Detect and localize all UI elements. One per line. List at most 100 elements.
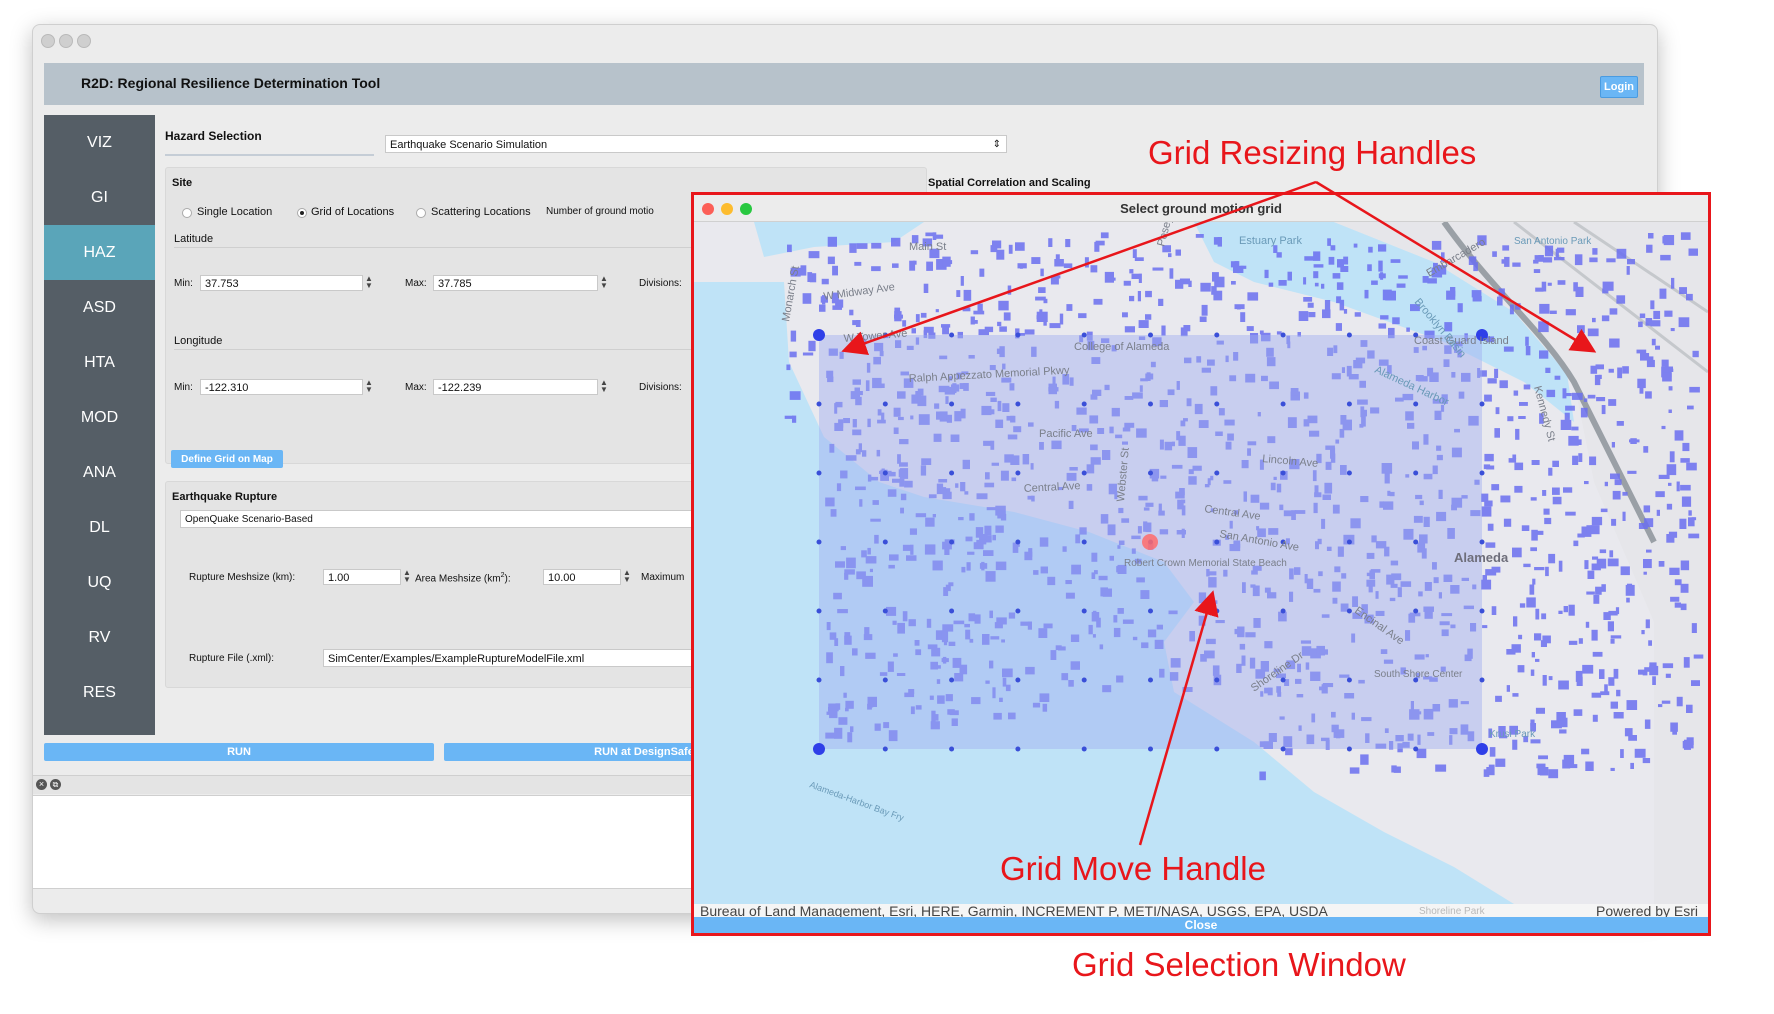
lat-divisions-label: Divisions: (639, 278, 682, 289)
building (1609, 550, 1614, 558)
map-label-south-shore: South Shore Center (1374, 669, 1463, 680)
grid-move-handle[interactable] (1142, 534, 1158, 550)
building (1648, 233, 1654, 239)
building (1481, 493, 1489, 502)
radio-single-location[interactable] (182, 208, 192, 218)
building (1093, 298, 1103, 305)
grid-point (1015, 746, 1021, 752)
building (1078, 313, 1087, 319)
lat-min-input[interactable]: 37.753 (200, 275, 363, 291)
sidebar-item-ana[interactable]: ANA (44, 445, 155, 500)
radio-scattering-locations[interactable] (416, 208, 426, 218)
lon-max-stepper[interactable]: ▲ ▼ (599, 379, 609, 395)
grid-window-title: Select ground motion grid (1120, 201, 1282, 216)
building (1481, 579, 1492, 590)
building (1680, 458, 1690, 463)
run-button[interactable]: RUN (44, 743, 434, 761)
building (1471, 290, 1482, 298)
grid-close-button[interactable]: Close (694, 917, 1708, 933)
building (1134, 257, 1144, 261)
area-meshsize-stepper[interactable]: ▲ ▼ (622, 569, 632, 585)
building (1035, 296, 1046, 301)
building (1498, 288, 1505, 297)
radio-grid-of-locations[interactable] (297, 208, 307, 218)
building (963, 289, 972, 301)
sidebar-item-haz[interactable]: HAZ (44, 225, 155, 280)
building (1661, 359, 1669, 367)
rupture-file-input[interactable]: SimCenter/Examples/ExampleRuptureModelFi… (323, 649, 723, 667)
lat-max-input[interactable]: 37.785 (433, 275, 598, 291)
sidebar-item-res[interactable]: RES (44, 665, 155, 720)
building (1545, 566, 1549, 577)
window-zoom-button[interactable] (77, 34, 91, 48)
rupture-model-select[interactable]: OpenQuake Scenario-Based (180, 510, 720, 528)
building (1662, 372, 1672, 382)
building (1674, 579, 1682, 586)
building (1642, 671, 1648, 676)
building (1601, 584, 1606, 592)
building (1287, 271, 1292, 281)
spatial-correlation-label: Spatial Correlation and Scaling (928, 177, 1091, 189)
building (1660, 254, 1671, 261)
building (1513, 390, 1519, 396)
building (1626, 700, 1638, 710)
grid-point (949, 401, 955, 407)
sidebar-item-asd[interactable]: ASD (44, 280, 155, 335)
rupture-meshsize-stepper[interactable]: ▲ ▼ (402, 569, 412, 585)
building (1679, 287, 1687, 294)
building (1568, 435, 1579, 446)
map-canvas[interactable]: Main St W Midway Ave W Tower Ave Monarch… (694, 222, 1708, 904)
building (1212, 272, 1219, 282)
building (1634, 748, 1646, 758)
building (1664, 310, 1673, 317)
building (1645, 391, 1652, 399)
building (1595, 364, 1604, 370)
sidebar-item-gi[interactable]: GI (44, 170, 155, 225)
lat-min-stepper[interactable]: ▲ ▼ (364, 275, 374, 291)
sidebar-item-uq[interactable]: UQ (44, 555, 155, 610)
building (807, 272, 813, 282)
lon-max-input[interactable]: -122.239 (433, 379, 598, 395)
sidebar-item-dl[interactable]: DL (44, 500, 155, 555)
building (1668, 482, 1672, 486)
building (1593, 594, 1600, 604)
lat-max-stepper[interactable]: ▲ ▼ (599, 275, 609, 291)
building (1529, 584, 1535, 595)
building (1534, 633, 1542, 641)
lon-min-input[interactable]: -122.310 (200, 379, 363, 395)
define-grid-on-map-button[interactable]: Define Grid on Map (171, 450, 283, 468)
lon-min-stepper[interactable]: ▲ ▼ (364, 379, 374, 395)
window-minimize-button[interactable] (59, 34, 73, 48)
building (1054, 275, 1061, 279)
login-button[interactable]: Login (1600, 76, 1638, 98)
building (1688, 533, 1700, 539)
building (892, 263, 899, 268)
grid-point (1280, 470, 1286, 476)
grid-point (1214, 332, 1220, 338)
rupture-meshsize-label: Rupture Meshsize (km): (189, 572, 296, 583)
building (1236, 305, 1241, 310)
grid-resize-handle-nw[interactable] (813, 329, 825, 341)
map-view[interactable]: Main St W Midway Ave W Tower Ave Monarch… (694, 222, 1708, 904)
building (1049, 323, 1061, 329)
rupture-meshsize-input[interactable]: 1.00 (323, 569, 401, 585)
sidebar-item-mod[interactable]: MOD (44, 390, 155, 445)
building (808, 340, 816, 352)
close-icon[interactable]: × (36, 779, 47, 790)
sidebar-item-viz[interactable]: VIZ (44, 115, 155, 170)
building (974, 320, 978, 324)
sidebar-item-hta[interactable]: HTA (44, 335, 155, 390)
area-meshsize-input[interactable]: 10.00 (543, 569, 621, 585)
window-close-button[interactable] (41, 34, 55, 48)
building (998, 300, 1009, 311)
building (1494, 368, 1499, 378)
grid-resize-handle-se[interactable] (1476, 743, 1488, 755)
sidebar-item-rv[interactable]: RV (44, 610, 155, 665)
building (1573, 540, 1579, 547)
building (1303, 297, 1313, 302)
grid-resize-handle-sw[interactable] (813, 743, 825, 755)
building (915, 314, 920, 323)
hazard-type-select[interactable]: Earthquake Scenario Simulation ⇕ (385, 135, 1007, 153)
float-icon[interactable]: ⧉ (50, 779, 61, 790)
building (1586, 525, 1591, 533)
